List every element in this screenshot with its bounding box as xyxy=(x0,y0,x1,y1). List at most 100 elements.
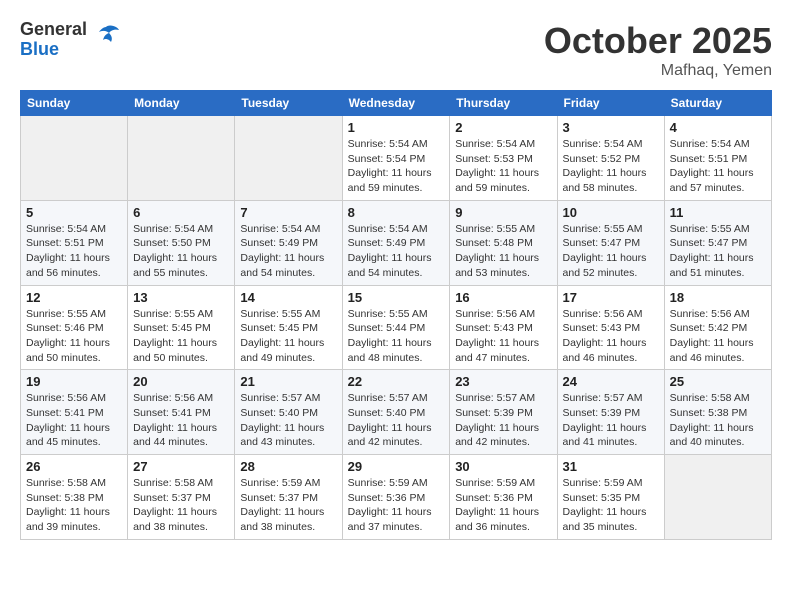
day-info: Sunrise: 5:59 AM Sunset: 5:36 PM Dayligh… xyxy=(455,476,551,535)
calendar-cell: 20 Sunrise: 5:56 AM Sunset: 5:41 PM Dayli… xyxy=(128,370,235,455)
calendar-cell xyxy=(664,455,771,540)
calendar-cell: 1 Sunrise: 5:54 AM Sunset: 5:54 PM Daylig… xyxy=(342,116,450,201)
day-info: Sunrise: 5:56 AM Sunset: 5:41 PM Dayligh… xyxy=(26,391,122,450)
calendar-cell: 27 Sunrise: 5:58 AM Sunset: 5:37 PM Dayli… xyxy=(128,455,235,540)
weekday-header-monday: Monday xyxy=(128,91,235,116)
day-info: Sunrise: 5:58 AM Sunset: 5:37 PM Dayligh… xyxy=(133,476,229,535)
calendar-week-4: 19 Sunrise: 5:56 AM Sunset: 5:41 PM Dayli… xyxy=(21,370,772,455)
calendar-cell: 4 Sunrise: 5:54 AM Sunset: 5:51 PM Daylig… xyxy=(664,116,771,201)
calendar-cell: 16Sunrise: 5:56 AM Sunset: 5:43 PM Dayli… xyxy=(450,285,557,370)
day-number: 12 xyxy=(26,290,122,305)
day-info: Sunrise: 5:55 AM Sunset: 5:47 PM Dayligh… xyxy=(563,222,659,281)
day-info: Sunrise: 5:59 AM Sunset: 5:36 PM Dayligh… xyxy=(348,476,445,535)
calendar-table: SundayMondayTuesdayWednesdayThursdayFrid… xyxy=(20,90,772,540)
calendar-cell: 23 Sunrise: 5:57 AM Sunset: 5:39 PM Dayli… xyxy=(450,370,557,455)
logo-blue-text: Blue xyxy=(20,40,87,60)
calendar-cell: 29 Sunrise: 5:59 AM Sunset: 5:36 PM Dayli… xyxy=(342,455,450,540)
calendar-cell: 25 Sunrise: 5:58 AM Sunset: 5:38 PM Dayli… xyxy=(664,370,771,455)
day-info: Sunrise: 5:54 AM Sunset: 5:52 PM Dayligh… xyxy=(563,137,659,196)
weekday-header-sunday: Sunday xyxy=(21,91,128,116)
calendar-cell: 18 Sunrise: 5:56 AM Sunset: 5:42 PM Dayli… xyxy=(664,285,771,370)
logo-bird-icon xyxy=(91,22,121,57)
day-info: Sunrise: 5:54 AM Sunset: 5:53 PM Dayligh… xyxy=(455,137,551,196)
day-number: 21 xyxy=(240,374,336,389)
day-info: Sunrise: 5:55 AM Sunset: 5:45 PM Dayligh… xyxy=(133,307,229,366)
day-number: 25 xyxy=(670,374,766,389)
day-number: 5 xyxy=(26,205,122,220)
day-number: 31 xyxy=(563,459,659,474)
day-number: 20 xyxy=(133,374,229,389)
day-number: 4 xyxy=(670,120,766,135)
day-number: 16 xyxy=(455,290,551,305)
calendar-week-5: 26 Sunrise: 5:58 AM Sunset: 5:38 PM Dayli… xyxy=(21,455,772,540)
day-info: Sunrise: 5:54 AM Sunset: 5:50 PM Dayligh… xyxy=(133,222,229,281)
calendar-cell: 19 Sunrise: 5:56 AM Sunset: 5:41 PM Dayli… xyxy=(21,370,128,455)
calendar-cell: 17 Sunrise: 5:56 AM Sunset: 5:43 PM Dayli… xyxy=(557,285,664,370)
day-number: 27 xyxy=(133,459,229,474)
day-info: Sunrise: 5:57 AM Sunset: 5:40 PM Dayligh… xyxy=(348,391,445,450)
calendar-cell xyxy=(235,116,342,201)
day-info: Sunrise: 5:54 AM Sunset: 5:49 PM Dayligh… xyxy=(240,222,336,281)
logo: General Blue xyxy=(20,20,121,60)
day-number: 3 xyxy=(563,120,659,135)
day-number: 11 xyxy=(670,205,766,220)
calendar-cell: 7 Sunrise: 5:54 AM Sunset: 5:49 PM Daylig… xyxy=(235,200,342,285)
day-number: 1 xyxy=(348,120,445,135)
logo-name: General Blue xyxy=(20,20,87,60)
day-number: 13 xyxy=(133,290,229,305)
day-number: 23 xyxy=(455,374,551,389)
calendar-cell: 30 Sunrise: 5:59 AM Sunset: 5:36 PM Dayli… xyxy=(450,455,557,540)
day-info: Sunrise: 5:55 AM Sunset: 5:46 PM Dayligh… xyxy=(26,307,122,366)
day-number: 6 xyxy=(133,205,229,220)
day-info: Sunrise: 5:54 AM Sunset: 5:49 PM Dayligh… xyxy=(348,222,445,281)
day-number: 15 xyxy=(348,290,445,305)
calendar-week-3: 12 Sunrise: 5:55 AM Sunset: 5:46 PM Dayli… xyxy=(21,285,772,370)
calendar-cell: 11 Sunrise: 5:55 AM Sunset: 5:47 PM Dayli… xyxy=(664,200,771,285)
calendar-cell: 5Sunrise: 5:54 AM Sunset: 5:51 PM Daylig… xyxy=(21,200,128,285)
location-title: Mafhaq, Yemen xyxy=(544,62,772,80)
weekday-header-thursday: Thursday xyxy=(450,91,557,116)
calendar-cell: 22Sunrise: 5:57 AM Sunset: 5:40 PM Dayli… xyxy=(342,370,450,455)
calendar-cell: 9Sunrise: 5:55 AM Sunset: 5:48 PM Daylig… xyxy=(450,200,557,285)
calendar-cell: 10 Sunrise: 5:55 AM Sunset: 5:47 PM Dayli… xyxy=(557,200,664,285)
weekday-header-tuesday: Tuesday xyxy=(235,91,342,116)
day-number: 29 xyxy=(348,459,445,474)
calendar-week-2: 5Sunrise: 5:54 AM Sunset: 5:51 PM Daylig… xyxy=(21,200,772,285)
day-number: 28 xyxy=(240,459,336,474)
calendar-week-1: 1 Sunrise: 5:54 AM Sunset: 5:54 PM Daylig… xyxy=(21,116,772,201)
day-number: 24 xyxy=(563,374,659,389)
day-info: Sunrise: 5:56 AM Sunset: 5:43 PM Dayligh… xyxy=(563,307,659,366)
day-info: Sunrise: 5:55 AM Sunset: 5:47 PM Dayligh… xyxy=(670,222,766,281)
day-info: Sunrise: 5:56 AM Sunset: 5:41 PM Dayligh… xyxy=(133,391,229,450)
weekday-header-row: SundayMondayTuesdayWednesdayThursdayFrid… xyxy=(21,91,772,116)
day-number: 10 xyxy=(563,205,659,220)
day-number: 14 xyxy=(240,290,336,305)
day-info: Sunrise: 5:59 AM Sunset: 5:37 PM Dayligh… xyxy=(240,476,336,535)
day-number: 2 xyxy=(455,120,551,135)
day-number: 18 xyxy=(670,290,766,305)
calendar-cell: 2 Sunrise: 5:54 AM Sunset: 5:53 PM Daylig… xyxy=(450,116,557,201)
day-info: Sunrise: 5:56 AM Sunset: 5:42 PM Dayligh… xyxy=(670,307,766,366)
day-info: Sunrise: 5:58 AM Sunset: 5:38 PM Dayligh… xyxy=(670,391,766,450)
day-number: 8 xyxy=(348,205,445,220)
day-number: 9 xyxy=(455,205,551,220)
day-info: Sunrise: 5:59 AM Sunset: 5:35 PM Dayligh… xyxy=(563,476,659,535)
calendar-cell: 3 Sunrise: 5:54 AM Sunset: 5:52 PM Daylig… xyxy=(557,116,664,201)
day-info: Sunrise: 5:57 AM Sunset: 5:39 PM Dayligh… xyxy=(455,391,551,450)
day-info: Sunrise: 5:58 AM Sunset: 5:38 PM Dayligh… xyxy=(26,476,122,535)
calendar-cell: 24Sunrise: 5:57 AM Sunset: 5:39 PM Dayli… xyxy=(557,370,664,455)
day-info: Sunrise: 5:55 AM Sunset: 5:45 PM Dayligh… xyxy=(240,307,336,366)
calendar-cell: 31 Sunrise: 5:59 AM Sunset: 5:35 PM Dayli… xyxy=(557,455,664,540)
day-info: Sunrise: 5:54 AM Sunset: 5:54 PM Dayligh… xyxy=(348,137,445,196)
day-number: 26 xyxy=(26,459,122,474)
day-number: 17 xyxy=(563,290,659,305)
page-header: General Blue October 2025 Mafhaq, Yemen xyxy=(20,20,772,80)
calendar-cell: 26 Sunrise: 5:58 AM Sunset: 5:38 PM Dayli… xyxy=(21,455,128,540)
day-number: 30 xyxy=(455,459,551,474)
day-number: 19 xyxy=(26,374,122,389)
calendar-cell: 15Sunrise: 5:55 AM Sunset: 5:44 PM Dayli… xyxy=(342,285,450,370)
day-info: Sunrise: 5:57 AM Sunset: 5:40 PM Dayligh… xyxy=(240,391,336,450)
calendar-cell: 6 Sunrise: 5:54 AM Sunset: 5:50 PM Daylig… xyxy=(128,200,235,285)
day-number: 7 xyxy=(240,205,336,220)
day-info: Sunrise: 5:54 AM Sunset: 5:51 PM Dayligh… xyxy=(670,137,766,196)
